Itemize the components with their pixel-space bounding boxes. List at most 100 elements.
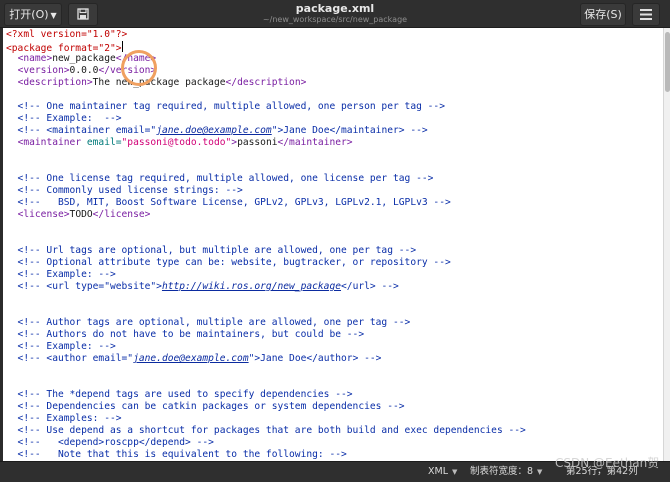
code-token: <version>: [17, 65, 70, 76]
code-line: <!-- The *depend tags are used to specif…: [6, 389, 526, 401]
language-selector[interactable]: XML ▼: [428, 466, 457, 478]
code-line: <package format="2">: [6, 41, 526, 54]
code-line: <!-- Example: -->: [6, 113, 526, 125]
new-document-button[interactable]: [68, 3, 98, 26]
chevron-down-icon: ▼: [537, 468, 543, 476]
code-line: <license>TODO</license>: [6, 209, 526, 221]
code-token: <!-- The *depend tags are used to specif…: [6, 389, 353, 400]
code-line: <!-- <url type="website">http://wiki.ros…: [6, 281, 526, 293]
code-token: <!-- Use depend as a shortcut for packag…: [6, 425, 526, 436]
code-token: <?xml version="1.0"?>: [6, 29, 128, 40]
menu-button[interactable]: [632, 3, 660, 26]
code-token: TODO: [69, 209, 93, 220]
open-button-label: 打开(O): [9, 8, 49, 21]
code-line: <!-- Example: -->: [6, 269, 526, 281]
code-token: <!-- Url tags are optional, but multiple…: [6, 245, 417, 256]
vertical-scrollbar[interactable]: [663, 28, 670, 461]
hamburger-menu-icon: [640, 9, 652, 20]
code-line: <!-- BSD, MIT, Boost Software License, G…: [6, 197, 526, 209]
window-title: package.xml: [295, 2, 375, 15]
code-token: new_package: [52, 53, 116, 64]
code-line: <!-- Url tags are optional, but multiple…: [6, 245, 526, 257]
code-token: <!-- Optional attribute type can be: web…: [6, 257, 451, 268]
code-line: <!-- Commonly used license strings: -->: [6, 185, 526, 197]
code-token: <maintainer: [17, 137, 87, 148]
code-token: ">Jane Doe</maintainer> -->: [271, 125, 428, 136]
code-token: <name>: [17, 53, 53, 64]
code-token: <!-- Example: -->: [6, 269, 116, 280]
code-line: <name>new_package</name>: [6, 53, 526, 65]
chevron-down-icon: ▼: [452, 468, 458, 476]
code-token: passoni: [237, 137, 278, 148]
code-token: </description>: [225, 77, 307, 88]
code-line: <maintainer email="passoni@todo.todo">pa…: [6, 137, 526, 149]
code-token: <!-- One maintainer tag required, multip…: [6, 101, 445, 112]
code-token: <!-- Examples: -->: [6, 413, 122, 424]
code-token: <!-- <author email=": [6, 353, 134, 364]
document-save-icon: [77, 8, 89, 20]
code-token: The new_package package: [92, 77, 226, 88]
save-button[interactable]: 保存(S): [580, 3, 626, 26]
open-button[interactable]: 打开(O) ▼: [4, 3, 62, 26]
code-line: <!-- Optional attribute type can be: web…: [6, 257, 526, 269]
text-editor[interactable]: <?xml version="1.0"?> <package format="2"…: [3, 28, 663, 461]
code-token: <description>: [17, 77, 93, 88]
code-content[interactable]: <?xml version="1.0"?> <package format="2"…: [6, 29, 526, 461]
code-line: <?xml version="1.0"?>: [6, 29, 526, 41]
code-line: <!-- Note that this is equivalent to the…: [6, 449, 526, 461]
code-line: <!-- Examples: -->: [6, 413, 526, 425]
code-token: <!-- Commonly used license strings: -->: [6, 185, 243, 196]
code-line: <!-- Authors do not have to be maintaine…: [6, 329, 526, 341]
code-line: <!-- Dependencies can be catkin packages…: [6, 401, 526, 413]
code-line: <version>0.0.0</version>: [6, 65, 526, 77]
header-bar: 打开(O) ▼ package.xml ~/new_workspace/src/n…: [0, 0, 670, 28]
language-label: XML: [428, 466, 448, 477]
code-token: 0.0.0: [69, 65, 99, 76]
code-link: jane.doe@example.com: [133, 353, 249, 364]
text-cursor: [121, 41, 123, 52]
tab-width-label: 制表符宽度：8: [470, 466, 534, 477]
code-token: <license>: [17, 209, 70, 220]
scrollbar-thumb[interactable]: [665, 32, 670, 92]
code-token: <!-- Authors do not have to be maintaine…: [6, 329, 365, 340]
code-token: <!-- BSD, MIT, Boost Software License, G…: [6, 197, 451, 208]
code-line: <!-- One license tag required, multiple …: [6, 173, 526, 185]
code-token: <!-- <url type="website">: [6, 281, 162, 292]
code-line: <!-- <maintainer email="jane.doe@example…: [6, 125, 526, 137]
code-token: </maintainer>: [277, 137, 353, 148]
code-link: http://wiki.ros.org/new_package: [161, 281, 342, 292]
code-token: </license>: [92, 209, 151, 220]
code-token: </url> -->: [341, 281, 399, 292]
code-token: <!-- Example: -->: [6, 341, 116, 352]
code-token: <!-- Note that this is equivalent to the…: [6, 449, 347, 460]
code-link: jane.doe@example.com: [156, 125, 272, 136]
code-token: <!-- <depend>roscpp</depend> -->: [6, 437, 214, 448]
tab-width-selector[interactable]: 制表符宽度：8 ▼: [470, 466, 542, 478]
click-highlight-circle: [121, 50, 157, 86]
code-token: email=: [86, 137, 122, 148]
window-title-group: package.xml ~/new_workspace/src/new_pack…: [200, 2, 470, 25]
code-token: ">Jane Doe</author> -->: [248, 353, 382, 364]
code-line: <!-- <author email="jane.doe@example.com…: [6, 353, 526, 365]
code-token: "passoni@todo.todo": [121, 137, 232, 148]
code-token: <!-- One license tag required, multiple …: [6, 173, 434, 184]
code-token: <!-- Dependencies can be catkin packages…: [6, 401, 405, 412]
window-subtitle-path: ~/new_workspace/src/new_package: [262, 15, 408, 24]
code-token: <!-- Example: -->: [6, 113, 122, 124]
code-line: <!-- Author tags are optional, multiple …: [6, 317, 526, 329]
code-token: <!-- Author tags are optional, multiple …: [6, 317, 411, 328]
watermark-text: CSDN @Eethan贺: [555, 456, 660, 470]
